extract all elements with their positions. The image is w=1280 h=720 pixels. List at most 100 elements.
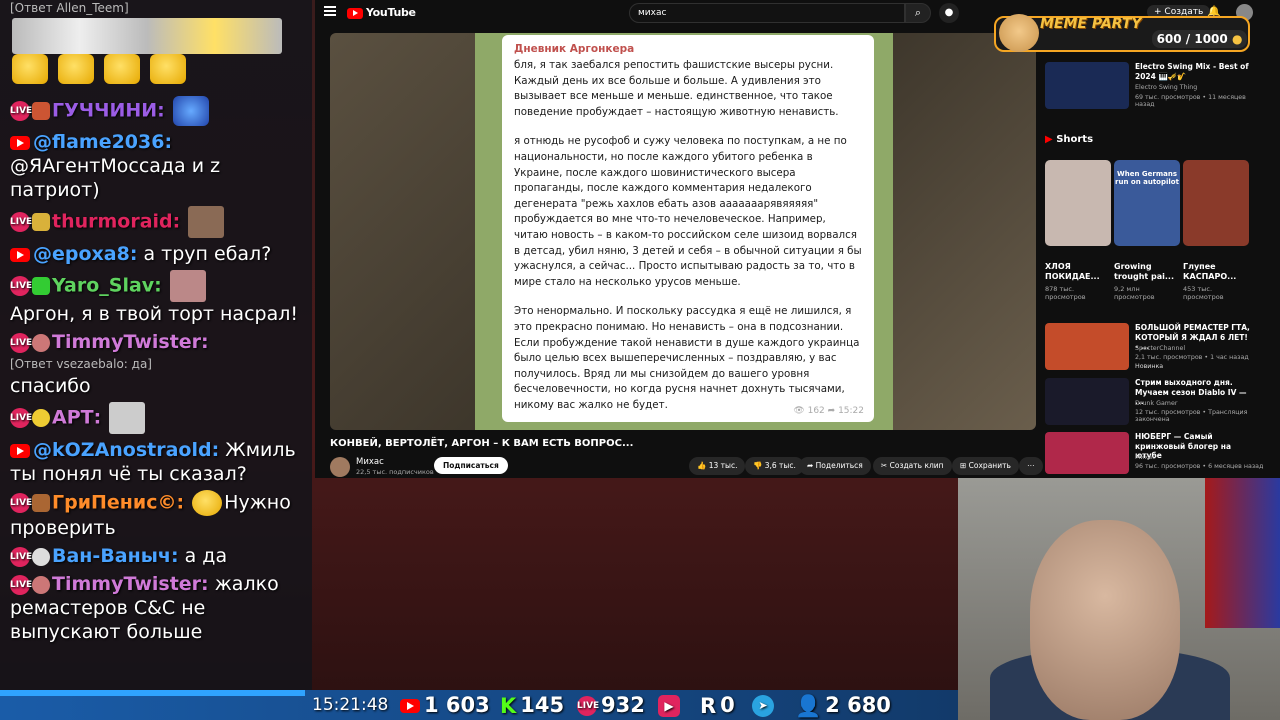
total-viewers: 👤 2 680 [795, 691, 891, 720]
subscribe-button[interactable]: Подписаться [434, 457, 508, 474]
chat-message: @kOZAnostraold: Жмиль ты понял чё ты ска… [0, 436, 312, 488]
meme-party-progress: 600 / 1000 ● [1152, 30, 1247, 48]
chat-message: LIVE TimmyTwister: жалко ремастеров C&C н… [0, 570, 312, 646]
face-emote-icon [109, 402, 146, 434]
short-thumbnail[interactable]: When Germans run on autopilot [1114, 160, 1180, 246]
short-thumbnail[interactable] [1183, 160, 1249, 246]
badge-icon [32, 277, 50, 295]
avatar-icon [32, 547, 50, 566]
youtube-window: YouTube михас ⌕ ● + Создать 🔔 Дневник Ар… [315, 0, 1280, 478]
dislike-count: 3,6 тыс. [764, 461, 796, 470]
live-icon: LIVE [10, 101, 32, 121]
chat-username: Yaro_Slav: [52, 274, 162, 297]
live-viewer-count: 932 [601, 693, 645, 717]
post-paragraph: я отнюдь не русофоб и сужу человека по п… [514, 135, 862, 288]
logo-text: YouTube [366, 6, 416, 19]
video-thumbnail [1045, 62, 1129, 109]
short-title: ХЛОЯ ПОКИДАЕ... [1045, 262, 1100, 281]
live-icon: LIVE [577, 696, 599, 716]
badge-icon [32, 494, 50, 512]
coin-icon: ● [1231, 32, 1243, 46]
video-channel: Electro Swing Thing [1135, 84, 1198, 91]
video-player[interactable]: Дневник Аргонкера бля, я так заебался ре… [330, 33, 1036, 430]
short-meta: 878 тыс. просмотров [1045, 285, 1086, 301]
play-icon [347, 7, 363, 19]
recommended-video[interactable]: Стрим выходного дня. Мучаем сезон Diablo… [1045, 378, 1265, 426]
chat-username: ГУЧЧИНИ: [52, 99, 165, 122]
telegram-frame: Дневник Аргонкера бля, я так заебался ре… [475, 33, 893, 430]
chat-username: @epoxa8: [33, 243, 138, 265]
rutube-icon: R [700, 694, 717, 718]
live-icon: LIVE [10, 408, 32, 428]
live-icon: LIVE [10, 332, 32, 353]
kick-viewers: K 145 [500, 691, 564, 720]
cat-emote-icon [188, 206, 225, 238]
badge-icon [32, 102, 50, 120]
mic-icon[interactable]: ● [939, 3, 959, 23]
clip-button[interactable]: ✂ Создать клип [873, 457, 952, 475]
youtube-viewers: 1 603 [400, 691, 490, 719]
youtube-logo[interactable]: YouTube [347, 6, 416, 19]
video-channel: SpecterChannel [1135, 345, 1186, 352]
emote-icon [58, 54, 95, 84]
shorts-header: ▶ Shorts [1045, 134, 1093, 145]
chat-username: ГриПенис©: [52, 491, 185, 514]
emote-strip [12, 18, 282, 54]
youtube-icon [10, 443, 30, 458]
live-icon: LIVE [10, 276, 32, 296]
short-meta: 9,2 млн просмотров [1114, 285, 1155, 301]
shorts-label: Shorts [1056, 134, 1094, 145]
chat-message: @flame2036: @ЯАгентМоссада и z патриот) [0, 128, 312, 204]
recommended-video[interactable]: БОЛЬШОЙ РЕМАСТЕР ГТА, КОТОРЫЙ Я ЖДАЛ 6 Л… [1045, 323, 1265, 371]
shorts-icon: ▶ [1045, 134, 1053, 145]
post-paragraph: бля, я так заебался репостить фашистские… [514, 59, 839, 118]
chat-reply-note: [Ответ Allen_Teem] [10, 1, 129, 15]
youtube-icon [400, 699, 420, 713]
badge-icon [32, 409, 50, 427]
share-button[interactable]: ➦ Поделиться [799, 457, 871, 475]
live-icon: LIVE [10, 493, 32, 513]
meme-progress-text: 600 / 1000 [1156, 32, 1228, 46]
video-title: КОНВЕЙ, ВЕРТОЛЁТ, АРГОН – К ВАМ ЕСТЬ ВОП… [330, 438, 634, 449]
recommended-video[interactable]: НЮБЕРГ — Самый кринжовый блогер на ютубе… [1045, 432, 1265, 480]
chat-username: thurmoraid: [52, 210, 181, 233]
video-channel: Михас [1135, 454, 1156, 461]
recommended-video[interactable]: Electro Swing Mix - Best of 2024 🎹🎺🎷 Ele… [1045, 62, 1265, 110]
short-title: Growing trought pai... [1114, 262, 1174, 281]
clip-label: Создать клип [889, 461, 944, 470]
kick-icon: K [500, 694, 517, 718]
short-meta: 453 тыс. просмотров [1183, 285, 1224, 301]
new-badge: Новинка [1135, 363, 1164, 370]
channel-avatar[interactable] [330, 457, 350, 477]
face-emote-icon [169, 270, 206, 302]
video-thumbnail [1045, 378, 1129, 425]
like-button[interactable]: 👍 13 тыс. [689, 457, 746, 475]
video-channel: Drunk Gamer [1135, 400, 1178, 407]
channel-name[interactable]: Михас [356, 457, 384, 467]
search-icon[interactable]: ⌕ [905, 3, 931, 23]
search-input[interactable]: михас [629, 3, 905, 23]
short-thumbnail[interactable] [1045, 160, 1111, 246]
post-time: 15:22 [838, 406, 864, 416]
save-label: Сохранить [968, 461, 1011, 470]
chat-username: Ван-Ваныч: [52, 545, 179, 567]
dislike-button[interactable]: 👎 3,6 тыс. [745, 457, 804, 475]
chat-reply-note: [Ответ vsezaebalo: да] [10, 357, 152, 371]
video-thumbnail [1045, 432, 1129, 474]
doge-icon [999, 14, 1039, 52]
chat-message: @epoxa8: а труп ебал? [0, 240, 312, 268]
stream-progress-bar [0, 690, 305, 696]
chat-text: @ЯАгентМоссада и z патриот) [10, 155, 221, 201]
post-meta: 👁 162 ➦ 15:22 [793, 406, 864, 416]
menu-icon[interactable] [324, 6, 336, 16]
save-button[interactable]: ⊞ Сохранить [952, 457, 1019, 475]
rutube-viewer-count: 0 [720, 693, 735, 717]
total-viewer-count: 2 680 [825, 693, 891, 717]
flag-background [1205, 478, 1280, 628]
more-icon[interactable]: ⋯ [1019, 457, 1043, 475]
telegram-viewers: ➤ [752, 691, 778, 719]
live-viewers: LIVE932 [577, 691, 645, 719]
youtube-icon [10, 135, 30, 150]
chat-username: TimmyTwister: [52, 331, 209, 353]
vk-viewers: ▶ [658, 691, 684, 719]
